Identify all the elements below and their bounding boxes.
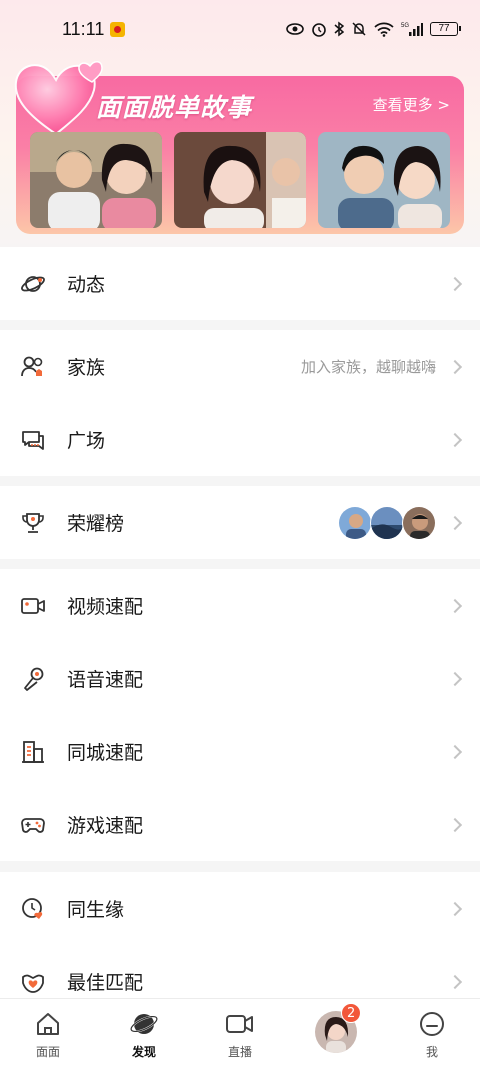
chevron-right-icon: [447, 817, 463, 832]
avatar: [338, 505, 372, 540]
battery-indicator: 77: [430, 22, 461, 36]
menu-label-square: 广场: [67, 430, 106, 452]
menu-item-same-birth[interactable]: 同生缘: [0, 872, 480, 945]
view-more-link[interactable]: 查看更多 >: [373, 94, 450, 115]
status-bar: 11:11 5G 77: [0, 0, 480, 58]
menu-label-voice-match: 语音速配: [67, 669, 144, 691]
chevron-right-icon: [447, 598, 463, 613]
chevron-right-icon: [447, 515, 463, 530]
unread-badge: 2: [341, 1003, 362, 1023]
nav-me[interactable]: 我: [384, 999, 480, 1067]
menu-item-family[interactable]: 家族 加入家族，越聊越嗨: [0, 330, 480, 403]
chevron-right-icon: [447, 744, 463, 759]
menu-group-social: 家族 加入家族，越聊越嗨 广场: [0, 330, 480, 476]
status-icons: 5G 77: [286, 21, 461, 37]
menu-item-video-match[interactable]: 视频速配: [0, 569, 480, 642]
chevron-right-icon: [447, 359, 463, 374]
chevron-right-icon: [447, 901, 463, 916]
app-notification-icon: [110, 21, 126, 37]
couple-photo[interactable]: [318, 132, 450, 228]
menu-group-leaderboard: 荣耀榜: [0, 486, 480, 559]
leaderboard-avatars: [338, 505, 436, 540]
video-camera-icon: [225, 1009, 255, 1039]
menu-label-family: 家族: [67, 357, 106, 379]
nav-discover[interactable]: 发现: [96, 999, 192, 1067]
heart-decoration-icon: [14, 61, 103, 136]
chevron-right-icon: [447, 974, 463, 989]
cake-clock-icon: [20, 896, 46, 922]
avatar: [370, 505, 404, 540]
menu-label-city-match: 同城速配: [67, 742, 144, 764]
menu-label-leaderboard: 荣耀榜: [67, 513, 125, 535]
heart-match-icon: [20, 969, 46, 995]
bottom-nav: 面面 发现 直播 2 我: [0, 998, 480, 1067]
menu-item-square[interactable]: 广场: [0, 403, 480, 476]
home-icon: [33, 1009, 63, 1039]
menu-item-game-match[interactable]: 游戏速配: [0, 788, 480, 861]
chat-square-icon: [20, 427, 46, 453]
nav-label-home: 面面: [35, 1045, 60, 1059]
family-hint: 加入家族，越聊越嗨: [300, 358, 436, 376]
me-icon: [417, 1009, 447, 1039]
success-stories-banner[interactable]: 面面脱单故事 查看更多 >: [14, 61, 464, 234]
mute-bell-icon: [352, 22, 366, 36]
signal-icon: 5G: [401, 23, 423, 36]
nav-label-me: 我: [425, 1045, 438, 1059]
planet-icon: [129, 1009, 159, 1039]
menu-item-best-match[interactable]: 最佳匹配: [0, 945, 480, 998]
nav-label-live: 直播: [227, 1045, 252, 1059]
menu-label-video-match: 视频速配: [67, 596, 144, 618]
menu-item-leaderboard[interactable]: 荣耀榜: [0, 486, 480, 559]
menu-group-fate: 同生缘 最佳匹配: [0, 872, 480, 998]
family-icon: [20, 354, 46, 380]
menu-group-moments: 动态: [0, 247, 480, 320]
couple-photo[interactable]: [174, 132, 306, 228]
alarm-icon: [312, 23, 326, 37]
nav-home[interactable]: 面面: [0, 999, 96, 1067]
planet-icon: [20, 271, 46, 297]
menu-label-best-match: 最佳匹配: [67, 972, 144, 994]
nav-live[interactable]: 直播: [192, 999, 288, 1067]
eye-icon: [286, 23, 304, 35]
nav-messages[interactable]: 2: [288, 999, 384, 1067]
menu-item-voice-match[interactable]: 语音速配: [0, 642, 480, 715]
menu-label-moments: 动态: [67, 274, 106, 296]
building-icon: [20, 739, 46, 765]
menu-group-matching: 视频速配 语音速配 同城速配 游戏速配: [0, 569, 480, 861]
chevron-right-icon: [447, 276, 463, 291]
video-camera-icon: [20, 593, 46, 619]
menu-item-moments[interactable]: 动态: [0, 247, 480, 320]
trophy-icon: [20, 510, 46, 536]
bluetooth-icon: [334, 21, 344, 37]
banner-title: 面面脱单故事: [96, 93, 253, 122]
svg-text:5G: 5G: [401, 23, 409, 29]
chevron-right-icon: [447, 432, 463, 447]
microphone-icon: [20, 666, 46, 692]
wifi-icon: [374, 22, 394, 37]
menu-label-same-birth: 同生缘: [67, 899, 125, 921]
chevron-right-icon: [447, 671, 463, 686]
status-time: 11:11: [62, 18, 105, 39]
menu-label-game-match: 游戏速配: [67, 815, 144, 837]
gamepad-icon: [20, 812, 46, 838]
couple-photo[interactable]: [30, 132, 162, 228]
banner-photos: [30, 132, 450, 228]
menu-item-city-match[interactable]: 同城速配: [0, 715, 480, 788]
avatar: [402, 505, 436, 540]
nav-label-discover: 发现: [131, 1045, 156, 1059]
